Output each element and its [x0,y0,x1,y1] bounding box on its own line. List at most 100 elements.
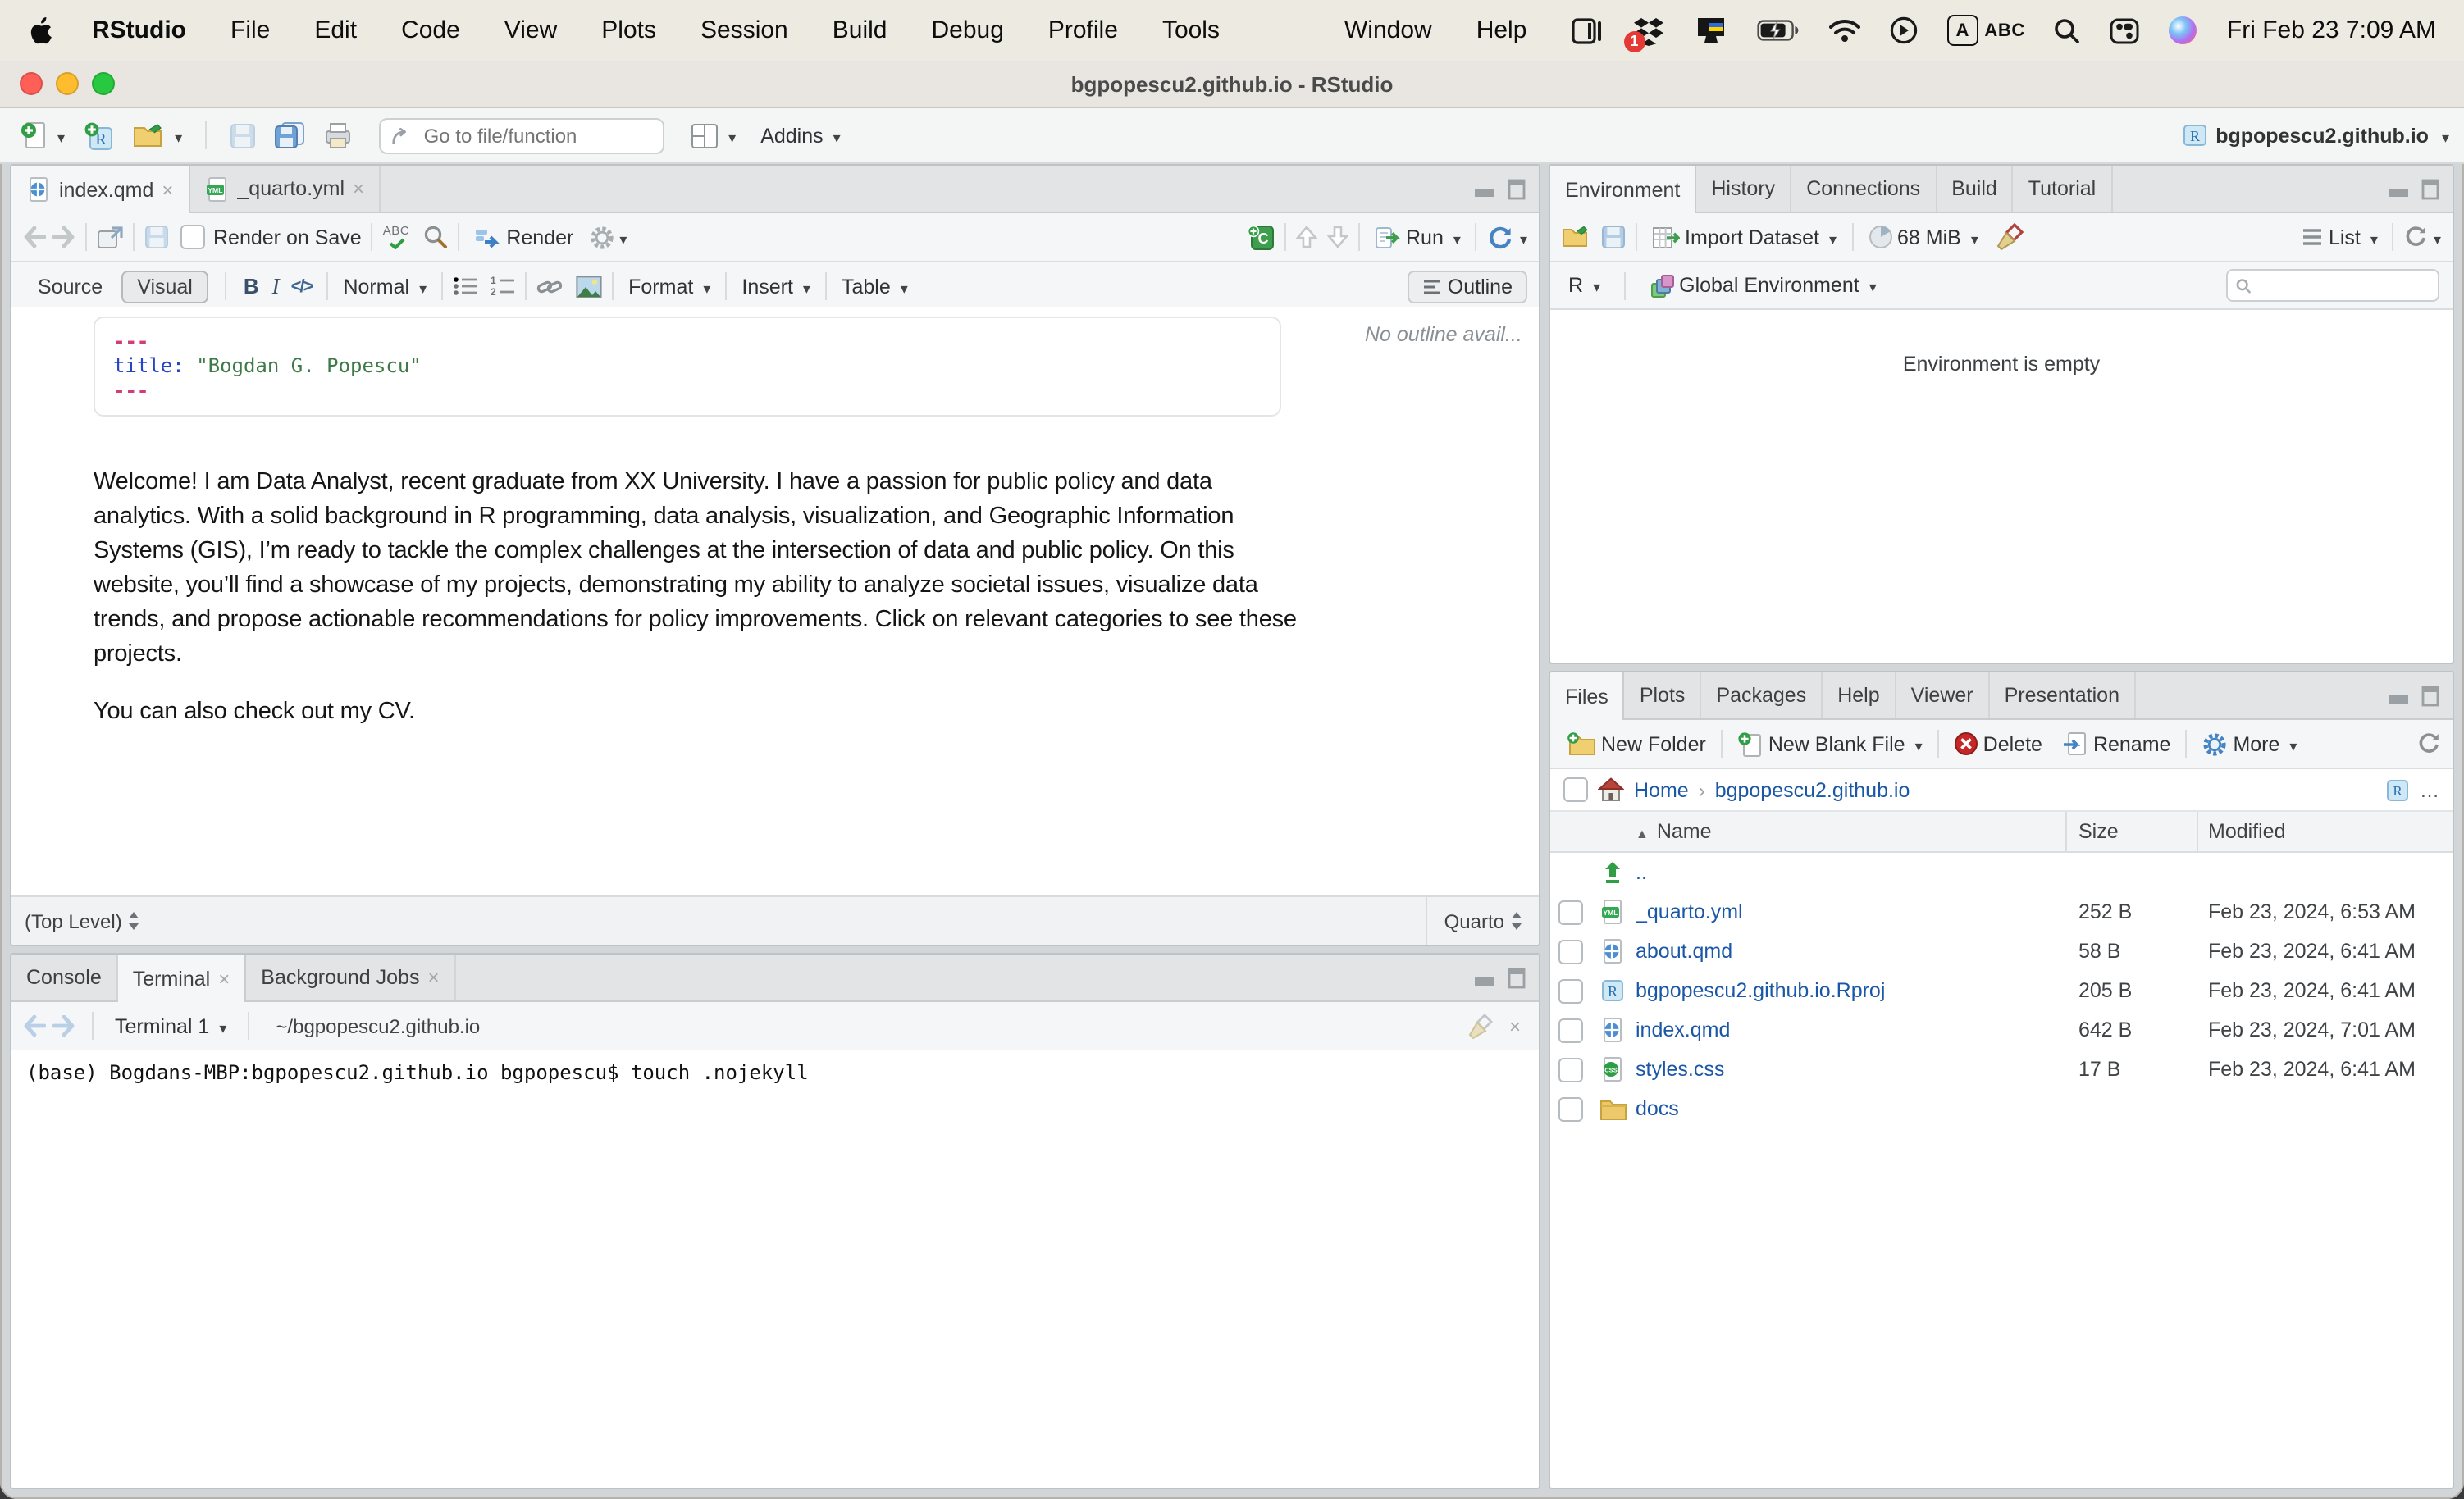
minimize-pane-icon[interactable] [1473,968,1496,987]
load-workspace-icon[interactable] [1562,225,1591,249]
file-checkbox[interactable] [1558,1096,1582,1121]
terminal-output[interactable]: (base) Bogdans-MBP:bgpopescu2.github.io … [11,1050,1539,1488]
zoom-window-button[interactable] [92,72,115,95]
save-button[interactable] [225,119,261,152]
terminal-selector[interactable]: Terminal 1 [110,1008,231,1044]
close-terminal-icon[interactable] [1509,1011,1521,1041]
run-button[interactable]: Run [1370,219,1466,255]
link-icon[interactable] [536,275,563,298]
goto-file-search[interactable] [379,117,664,153]
tab-index-qmd[interactable]: index.qmd [11,166,189,213]
tab-background-jobs[interactable]: Background Jobs [246,955,455,1000]
source-mode-button[interactable]: Source [23,271,117,301]
breadcrumb-home-link[interactable]: Home [1634,778,1689,801]
close-tab-icon[interactable] [162,178,173,201]
back-icon[interactable] [23,226,46,248]
environment-search-input[interactable] [2258,274,2430,297]
column-header-size[interactable]: Size [2078,820,2208,843]
bullet-list-icon[interactable] [453,276,477,297]
file-link[interactable]: about.qmd [1636,940,1732,963]
document-paragraph[interactable]: You can also check out my CV. [94,695,1307,730]
insert-menu[interactable]: Insert [737,268,815,304]
maximize-pane-icon[interactable] [1508,967,1526,988]
spellcheck-icon[interactable]: ABC [383,226,410,249]
close-tab-icon[interactable] [353,177,364,200]
memory-usage-button[interactable]: 68 MiB [1863,219,1983,255]
yaml-metadata-block[interactable]: --- title: "Bogdan G. Popescu" --- [94,317,1281,417]
new-project-button[interactable]: R [78,117,119,153]
battery-icon[interactable] [1756,20,1799,41]
file-row[interactable]: CSS styles.css 17 B Feb 23, 2024, 6:41 A… [1550,1050,2453,1089]
menu-bar-clock[interactable]: Fri Feb 23 7:09 AM [2227,16,2436,44]
home-icon[interactable] [1598,777,1624,802]
table-menu[interactable]: Table [837,268,913,304]
new-folder-button[interactable]: New Folder [1562,728,1711,759]
file-checkbox[interactable] [1558,939,1582,964]
dropbox-icon[interactable]: 1 [1631,16,1664,45]
file-checkbox[interactable] [1558,1057,1582,1082]
menu-view[interactable]: View [504,16,558,44]
clear-environment-broom-icon[interactable] [1996,223,2024,251]
save-doc-icon[interactable] [144,225,169,249]
render-on-save-checkbox[interactable]: Render on Save [180,225,362,249]
file-checkbox[interactable] [1558,1018,1582,1042]
column-header-name[interactable]: Name [1636,820,2078,843]
terminal-forward-icon[interactable] [52,1015,75,1037]
siri-icon[interactable] [2170,16,2197,44]
goto-file-input[interactable] [421,122,652,148]
control-center-icon[interactable] [2110,17,2140,43]
close-tab-icon[interactable] [218,967,230,990]
breadcrumb-project-link[interactable]: bgpopescu2.github.io [1715,778,1910,801]
display-input-icon[interactable] [1694,16,1727,44]
file-checkbox[interactable] [1558,900,1582,924]
render-button[interactable]: Render [468,222,578,252]
file-link[interactable]: bgpopescu2.github.io.Rproj [1636,979,1885,1002]
tab-terminal[interactable]: Terminal [118,955,247,1002]
list-view-button[interactable]: List [2297,219,2383,255]
close-window-button[interactable] [20,72,43,95]
input-source-indicator[interactable]: A ABC [1946,15,2024,46]
italic-button[interactable]: I [266,273,286,299]
format-menu[interactable]: Format [623,268,715,304]
delete-file-button[interactable]: Delete [1949,728,2047,759]
file-row[interactable]: docs [1550,1089,2453,1128]
menu-window[interactable]: Window [1344,16,1432,44]
refresh-environment-icon[interactable] [2404,225,2429,249]
wifi-icon[interactable] [1828,19,1859,42]
column-header-modified[interactable]: Modified [2208,820,2453,843]
bold-button[interactable]: B [237,274,266,298]
file-row[interactable]: about.qmd 58 B Feb 23, 2024, 6:41 AM [1550,932,2453,971]
tab-files[interactable]: Files [1550,672,1625,720]
minimize-window-button[interactable] [56,72,79,95]
minimize-pane-icon[interactable] [1473,179,1496,198]
tab-help[interactable]: Help [1823,672,1896,718]
sidecar-icon[interactable] [1571,17,1602,43]
editor-canvas[interactable]: --- title: "Bogdan G. Popescu" --- Welco… [11,307,1353,897]
insert-chunk-icon[interactable]: C [1247,224,1275,250]
menu-profile[interactable]: Profile [1048,16,1118,44]
visual-mode-button[interactable]: Visual [121,270,209,303]
apple-menu-icon[interactable] [28,16,52,45]
refresh-files-icon[interactable] [2416,731,2441,756]
terminal-back-icon[interactable] [23,1015,46,1037]
menu-build[interactable]: Build [833,16,887,44]
file-row-parent-dir[interactable]: .. [1550,853,2453,892]
new-file-button[interactable] [15,117,70,153]
rerun-icon[interactable] [1487,224,1515,250]
more-actions-button[interactable]: More [2197,726,2302,762]
addins-button[interactable]: Addins [755,117,846,153]
tab-quarto-yml[interactable]: YML _quarto.yml [189,166,381,212]
menu-debug[interactable]: Debug [931,16,1003,44]
minimize-pane-icon[interactable] [2387,179,2410,198]
new-blank-file-button[interactable]: New Blank File [1732,726,1928,762]
file-checkbox[interactable] [1558,978,1582,1003]
run-previous-icon[interactable] [1296,225,1317,249]
screen-mirroring-icon[interactable] [1889,16,1917,44]
tab-packages[interactable]: Packages [1701,672,1823,718]
file-link[interactable]: docs [1636,1097,1679,1120]
file-link[interactable]: _quarto.yml [1636,900,1743,923]
menu-session[interactable]: Session [700,16,788,44]
tab-connections[interactable]: Connections [1791,166,1937,212]
tab-tutorial[interactable]: Tutorial [2014,166,2112,212]
outline-toggle-button[interactable]: Outline [1408,270,1527,303]
